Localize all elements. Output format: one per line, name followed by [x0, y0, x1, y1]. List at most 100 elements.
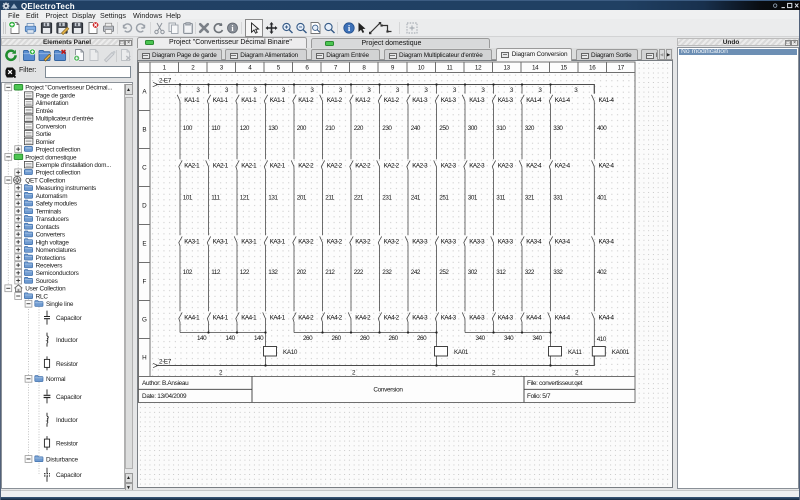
svg-text:Nomenclatures: Nomenclatures [36, 247, 76, 254]
svg-text:140: 140 [226, 335, 236, 342]
svg-text:KA01: KA01 [454, 349, 469, 356]
svg-text:260: 260 [332, 335, 342, 342]
svg-text:2-E7: 2-E7 [159, 359, 172, 366]
svg-text:230: 230 [382, 125, 392, 132]
svg-text:210: 210 [325, 125, 335, 132]
svg-text:120: 120 [240, 125, 250, 132]
svg-text:KA3-4: KA3-4 [599, 239, 615, 246]
svg-text:KA4-3: KA4-3 [412, 315, 428, 322]
svg-text:KA3-2: KA3-2 [327, 239, 343, 246]
svg-text:KA1-2: KA1-2 [298, 97, 314, 104]
svg-text:QET Collection: QET Collection [25, 177, 66, 184]
svg-text:KA4-1: KA4-1 [241, 315, 257, 322]
svg-text:102: 102 [183, 269, 193, 276]
svg-text:111: 111 [211, 195, 220, 202]
svg-text:260: 260 [389, 335, 399, 342]
svg-text:Alimentation: Alimentation [36, 100, 69, 107]
svg-text:KA3-3: KA3-3 [412, 239, 428, 246]
svg-text:101: 101 [183, 195, 193, 202]
svg-text:KA4-4: KA4-4 [599, 315, 615, 322]
svg-text:KA4-1: KA4-1 [270, 315, 286, 322]
svg-text:200: 200 [297, 125, 307, 132]
svg-text:260: 260 [360, 335, 370, 342]
svg-text:252: 252 [439, 269, 449, 276]
svg-text:KA1-3: KA1-3 [498, 97, 514, 104]
svg-text:E: E [142, 241, 146, 248]
svg-text:KA1-1: KA1-1 [184, 97, 200, 104]
svg-text:Resistor: Resistor [56, 441, 79, 448]
svg-text:Project collection: Project collection [36, 147, 81, 154]
svg-text:201: 201 [297, 195, 307, 202]
svg-text:211: 211 [325, 195, 335, 202]
svg-text:322: 322 [525, 269, 535, 276]
svg-text:File: convertisseur.qet: File: convertisseur.qet [527, 380, 583, 387]
svg-text:331: 331 [553, 195, 563, 202]
svg-text:Capacitor: Capacitor [56, 315, 83, 322]
svg-text:300: 300 [468, 125, 478, 132]
svg-text:Entrée: Entrée [36, 108, 54, 115]
svg-text:KA1-4: KA1-4 [599, 97, 615, 104]
svg-text:KA1-4: KA1-4 [526, 97, 542, 104]
svg-text:KA1-2: KA1-2 [355, 97, 371, 104]
svg-text:Converters: Converters [36, 232, 65, 239]
svg-text:241: 241 [411, 195, 421, 202]
svg-text:KA2-1: KA2-1 [241, 163, 257, 170]
svg-text:KA2-3: KA2-3 [469, 163, 485, 170]
svg-text:332: 332 [553, 269, 563, 276]
svg-text:122: 122 [240, 269, 250, 276]
svg-text:KA1-2: KA1-2 [384, 97, 400, 104]
svg-text:KA1-3: KA1-3 [469, 97, 485, 104]
svg-text:130: 130 [268, 125, 278, 132]
svg-text:KA4-4: KA4-4 [526, 315, 542, 322]
svg-text:202: 202 [297, 269, 307, 276]
svg-text:Protections: Protections [36, 255, 66, 262]
svg-text:260: 260 [303, 335, 313, 342]
svg-text:Sortie: Sortie [36, 131, 52, 138]
svg-text:11: 11 [447, 65, 454, 72]
svg-text:340: 340 [533, 335, 543, 342]
svg-text:12: 12 [475, 65, 482, 72]
svg-text:110: 110 [211, 125, 221, 132]
svg-text:Inductor: Inductor [56, 417, 79, 424]
svg-text:KA3-4: KA3-4 [526, 239, 542, 246]
svg-text:251: 251 [439, 195, 449, 202]
svg-text:112: 112 [211, 269, 221, 276]
svg-text:Conversion: Conversion [36, 123, 67, 130]
svg-text:KA1-1: KA1-1 [241, 97, 257, 104]
svg-text:KA1-1: KA1-1 [270, 97, 286, 104]
svg-text:Project collection: Project collection [36, 170, 81, 177]
svg-text:Inductor: Inductor [56, 337, 79, 344]
svg-text:Normal: Normal [46, 376, 65, 383]
svg-text:221: 221 [354, 195, 364, 202]
svg-text:KA2-1: KA2-1 [184, 163, 200, 170]
svg-text:KA4-2: KA4-2 [298, 315, 314, 322]
svg-text:220: 220 [354, 125, 364, 132]
svg-text:402: 402 [597, 269, 607, 276]
svg-text:15: 15 [561, 65, 568, 72]
svg-text:Author: B.Ansieau: Author: B.Ansieau [142, 380, 189, 387]
svg-text:321: 321 [525, 195, 535, 202]
svg-text:KA2-4: KA2-4 [599, 163, 615, 170]
svg-text:312: 312 [496, 269, 506, 276]
svg-text:KA3-2: KA3-2 [298, 239, 314, 246]
svg-text:222: 222 [354, 269, 364, 276]
svg-text:KA4-1: KA4-1 [213, 315, 229, 322]
svg-text:Disturbance: Disturbance [46, 456, 79, 463]
svg-text:Exemple d'installation dom...: Exemple d'installation dom... [36, 162, 112, 169]
svg-text:140: 140 [254, 335, 264, 342]
svg-text:KA3-1: KA3-1 [270, 239, 286, 246]
svg-text:Bornier: Bornier [36, 139, 56, 146]
svg-text:KA2-1: KA2-1 [270, 163, 286, 170]
svg-text:10: 10 [418, 65, 425, 72]
svg-text:320: 320 [525, 125, 535, 132]
svg-text:301: 301 [468, 195, 478, 202]
svg-text:Transducers: Transducers [36, 216, 69, 223]
svg-text:140: 140 [197, 335, 207, 342]
svg-text:KA1-3: KA1-3 [441, 97, 457, 104]
svg-text:401: 401 [597, 195, 607, 202]
svg-text:Multiplicateur d'entrée: Multiplicateur d'entrée [36, 116, 94, 123]
svg-text:340: 340 [504, 335, 514, 342]
svg-text:KA1-4: KA1-4 [555, 97, 571, 104]
svg-text:KA4-4: KA4-4 [555, 315, 571, 322]
svg-text:Date: 13/04/2009: Date: 13/04/2009 [142, 393, 187, 400]
